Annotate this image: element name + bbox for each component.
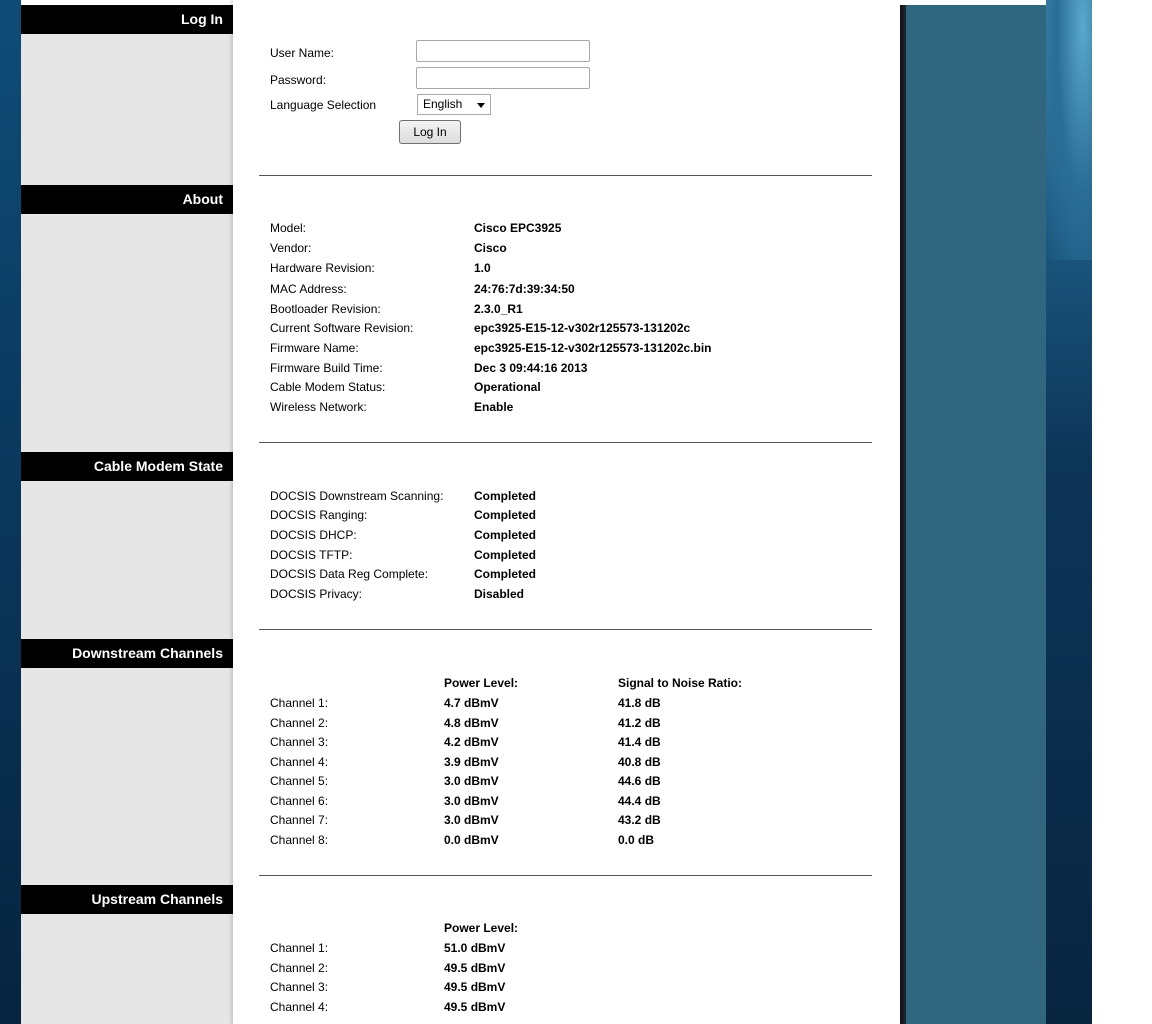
downstream-snr-value: 44.4 dB bbox=[618, 793, 661, 808]
downstream-snr-value: 43.2 dB bbox=[618, 813, 661, 827]
about-label: Model: bbox=[270, 221, 307, 235]
downstream-snr-header: Signal to Noise Ratio: bbox=[618, 676, 743, 690]
cm-state-label: DOCSIS Data Reg Complete: bbox=[270, 567, 429, 581]
about-value: 1.0 bbox=[474, 261, 491, 275]
downstream-power-header: Power Level: bbox=[444, 676, 519, 690]
background-blank bbox=[1092, 0, 1152, 1024]
main-content: User Name: Password: Language Selection … bbox=[233, 0, 900, 1024]
downstream-channel-label: Channel 5: bbox=[270, 774, 329, 788]
cm-state-value: Completed bbox=[474, 508, 537, 522]
section-sidebar: Log In About Cable Modem State Downstrea… bbox=[21, 5, 233, 1024]
downstream-snr-value: 40.8 dB bbox=[618, 754, 661, 769]
about-label: Current Software Revision: bbox=[270, 321, 414, 335]
divider bbox=[259, 629, 872, 630]
about-label: MAC Address: bbox=[270, 282, 347, 296]
upstream-channel-label: Channel 3: bbox=[270, 980, 329, 994]
cm-state-label: DOCSIS Privacy: bbox=[270, 587, 363, 601]
right-panel bbox=[906, 5, 1046, 1024]
downstream-channel-label: Channel 1: bbox=[270, 696, 329, 710]
section-header-downstream: Downstream Channels bbox=[21, 639, 233, 668]
username-label: User Name: bbox=[270, 46, 335, 60]
downstream-power-value: 3.0 dBmV bbox=[444, 813, 499, 827]
section-header-cable-modem-state: Cable Modem State bbox=[21, 452, 233, 481]
upstream-power-value: 49.5 dBmV bbox=[444, 999, 506, 1014]
about-value: Dec 3 09:44:16 2013 bbox=[474, 361, 588, 375]
cm-state-value: Completed bbox=[474, 567, 537, 581]
language-label: Language Selection bbox=[270, 98, 377, 112]
password-input[interactable] bbox=[416, 67, 590, 89]
background-left bbox=[0, 0, 21, 1024]
upstream-channel-label: Channel 1: bbox=[270, 941, 329, 955]
upstream-power-header: Power Level: bbox=[444, 921, 519, 935]
cm-state-value: Completed bbox=[474, 528, 537, 542]
downstream-channel-label: Channel 6: bbox=[270, 793, 329, 808]
divider bbox=[259, 442, 872, 443]
downstream-snr-value: 41.2 dB bbox=[618, 715, 661, 730]
about-value: epc3925-E15-12-v302r125573-131202c.bin bbox=[474, 341, 712, 355]
downstream-power-value: 3.0 dBmV bbox=[444, 793, 499, 808]
downstream-snr-value: 0.0 dB bbox=[618, 832, 655, 847]
divider bbox=[259, 175, 872, 176]
password-label: Password: bbox=[270, 73, 327, 87]
cm-state-value: Completed bbox=[474, 489, 537, 503]
downstream-snr-value: 41.8 dB bbox=[618, 696, 661, 710]
cm-state-value: Disabled bbox=[474, 587, 525, 601]
downstream-channel-label: Channel 4: bbox=[270, 754, 329, 769]
downstream-power-value: 4.7 dBmV bbox=[444, 696, 499, 710]
about-value: Operational bbox=[474, 380, 541, 394]
downstream-power-value: 4.8 dBmV bbox=[444, 715, 499, 730]
about-label: Firmware Name: bbox=[270, 341, 359, 355]
about-value: Cisco bbox=[474, 241, 507, 255]
about-value: 24:76:7d:39:34:50 bbox=[474, 282, 575, 296]
login-button[interactable]: Log In bbox=[399, 120, 461, 144]
about-label: Firmware Build Time: bbox=[270, 361, 383, 375]
background-highlight bbox=[1046, 0, 1092, 260]
divider bbox=[259, 875, 872, 876]
section-header-upstream: Upstream Channels bbox=[21, 885, 233, 914]
cm-state-label: DOCSIS DHCP: bbox=[270, 528, 357, 542]
downstream-power-value: 3.0 dBmV bbox=[444, 774, 499, 788]
downstream-snr-value: 41.4 dB bbox=[618, 735, 661, 749]
about-label: Vendor: bbox=[270, 241, 312, 255]
upstream-channel-label: Channel 2: bbox=[270, 960, 329, 975]
about-label: Wireless Network: bbox=[270, 400, 367, 414]
section-header-about: About bbox=[21, 185, 233, 214]
language-select[interactable]: English bbox=[417, 94, 491, 115]
about-value: epc3925-E15-12-v302r125573-131202c bbox=[474, 321, 691, 335]
cm-state-label: DOCSIS Ranging: bbox=[270, 508, 368, 522]
about-value: Cisco EPC3925 bbox=[474, 221, 562, 235]
upstream-power-value: 49.5 dBmV bbox=[444, 980, 506, 994]
upstream-power-value: 49.5 dBmV bbox=[444, 960, 506, 975]
about-label: Hardware Revision: bbox=[270, 261, 375, 275]
downstream-power-value: 0.0 dBmV bbox=[444, 832, 499, 847]
language-select-value: English bbox=[423, 97, 463, 111]
about-value: Enable bbox=[474, 400, 514, 414]
cm-state-label: DOCSIS Downstream Scanning: bbox=[270, 489, 444, 503]
downstream-channel-label: Channel 8: bbox=[270, 832, 329, 847]
chevron-down-icon bbox=[477, 103, 485, 108]
downstream-power-value: 3.9 dBmV bbox=[444, 754, 499, 769]
upstream-channel-label: Channel 4: bbox=[270, 999, 329, 1014]
downstream-channel-label: Channel 3: bbox=[270, 735, 329, 749]
about-value: 2.3.0_R1 bbox=[474, 302, 523, 316]
downstream-snr-value: 44.6 dB bbox=[618, 774, 661, 788]
section-header-login: Log In bbox=[21, 5, 233, 34]
about-label: Bootloader Revision: bbox=[270, 302, 381, 316]
downstream-power-value: 4.2 dBmV bbox=[444, 735, 499, 749]
downstream-channel-label: Channel 2: bbox=[270, 715, 329, 730]
username-input[interactable] bbox=[416, 40, 590, 62]
downstream-channel-label: Channel 7: bbox=[270, 813, 329, 827]
cm-state-label: DOCSIS TFTP: bbox=[270, 548, 353, 562]
cm-state-value: Completed bbox=[474, 548, 537, 562]
about-label: Cable Modem Status: bbox=[270, 380, 386, 394]
upstream-power-value: 51.0 dBmV bbox=[444, 941, 506, 955]
page-frame: Log In About Cable Modem State Downstrea… bbox=[21, 0, 1046, 1024]
